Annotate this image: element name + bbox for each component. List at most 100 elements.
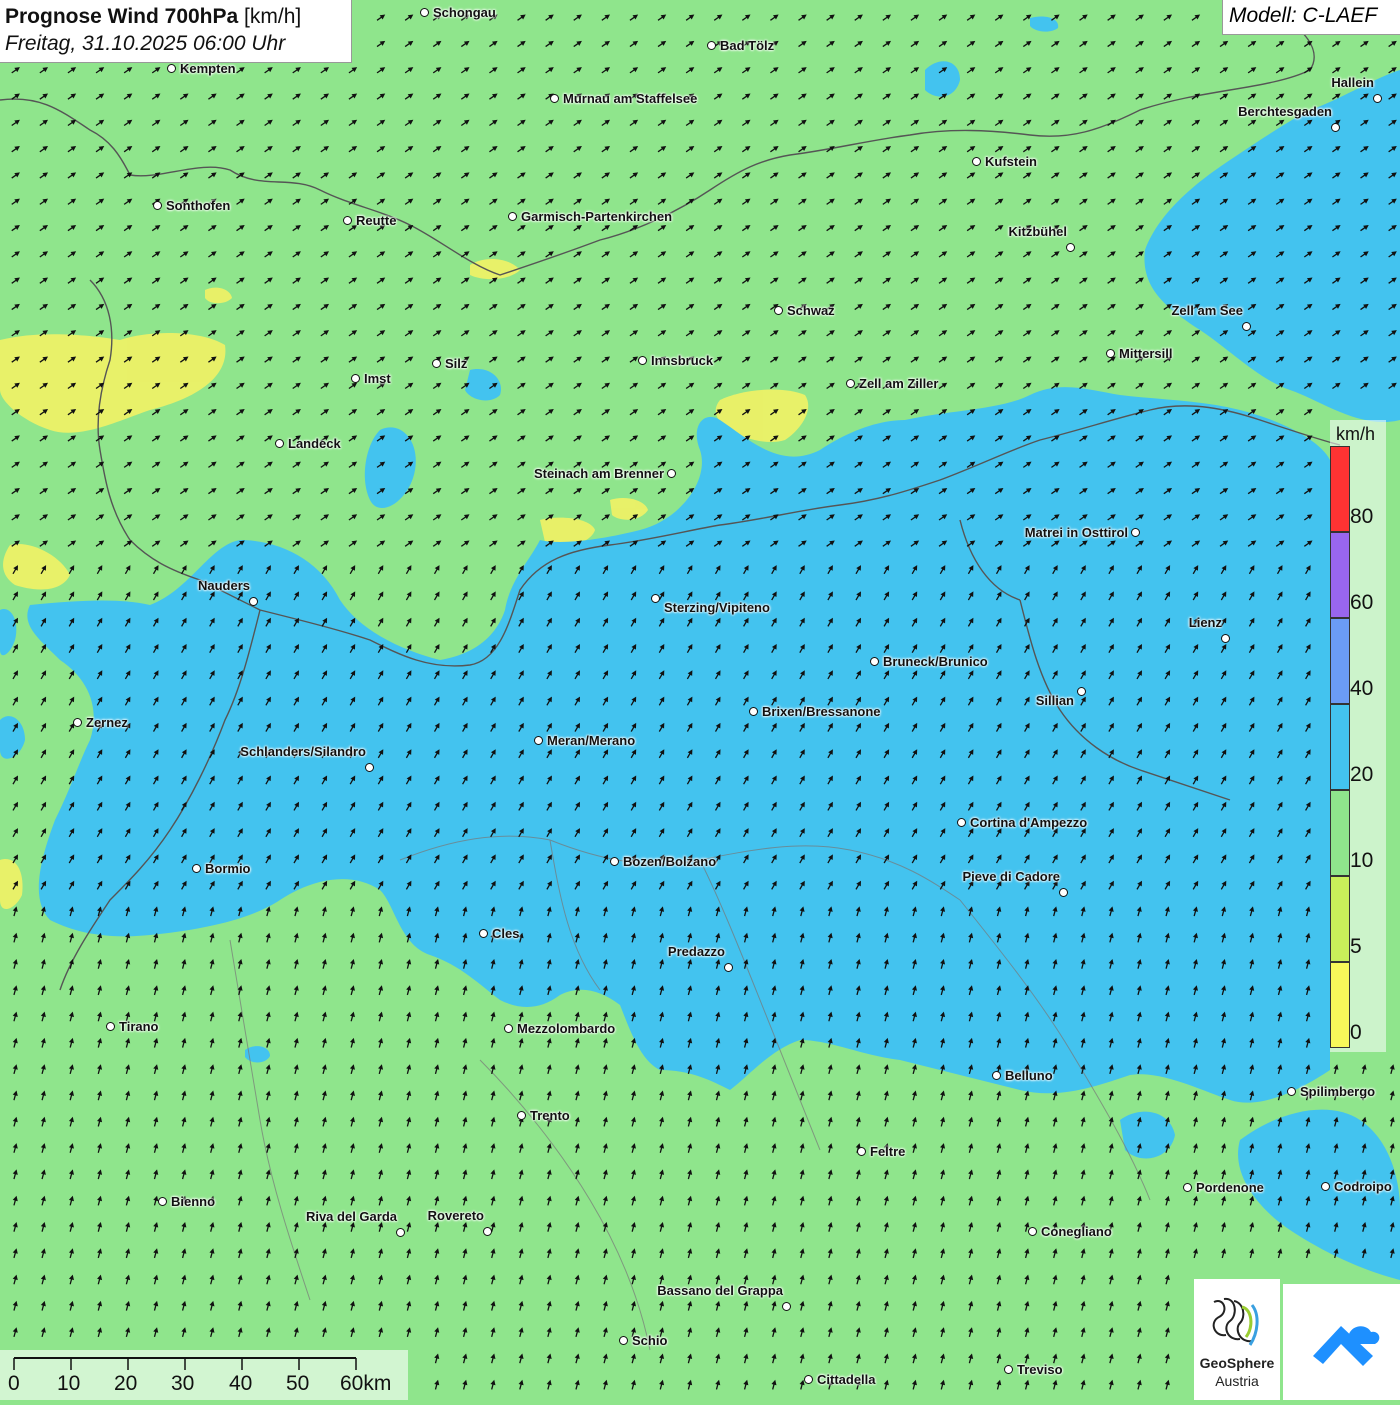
city-label: Zernez (86, 715, 128, 730)
city-label: Pieve di Cadore (962, 869, 1060, 884)
weather-app-icon (1313, 1326, 1380, 1366)
city-label: Nauders (197, 578, 250, 593)
city-marker[interactable] (432, 359, 441, 368)
city-marker[interactable] (782, 1302, 791, 1311)
legend-unit: km/h (1336, 424, 1376, 444)
city-marker[interactable] (1242, 322, 1251, 331)
city-marker[interactable] (158, 1197, 167, 1206)
scale-label-6: 60km (340, 1372, 392, 1395)
city-marker[interactable] (667, 469, 676, 478)
city-label: Zell am Ziller (859, 376, 939, 391)
city-marker[interactable] (707, 41, 716, 50)
city-label: Bozen/Bolzano (623, 854, 717, 869)
city-marker[interactable] (483, 1227, 492, 1236)
city-label: Codroipo (1334, 1179, 1392, 1194)
city-marker[interactable] (351, 374, 360, 383)
city-label: Schio (632, 1333, 668, 1348)
city-marker[interactable] (972, 157, 981, 166)
legend-class-3 (1330, 704, 1350, 790)
map-title-box: Prognose Wind 700hPa [km/h] Freitag, 31.… (0, 0, 352, 63)
city-marker[interactable] (1321, 1182, 1330, 1191)
city-label: Kitzbühel (1008, 224, 1068, 239)
city-label: Predazzo (667, 944, 725, 959)
city-marker[interactable] (804, 1375, 813, 1384)
legend-class-1 (1330, 876, 1350, 962)
city-marker[interactable] (192, 864, 201, 873)
city-label: Bienno (171, 1194, 216, 1209)
city-marker[interactable] (343, 216, 352, 225)
city-marker[interactable] (550, 94, 559, 103)
legend-class-0 (1330, 962, 1350, 1048)
city-marker[interactable] (774, 306, 783, 315)
city-marker[interactable] (1131, 528, 1140, 537)
city-marker[interactable] (638, 356, 647, 365)
city-marker[interactable] (1287, 1087, 1296, 1096)
city-marker[interactable] (365, 763, 374, 772)
city-label: Brixen/Bressanone (762, 704, 881, 719)
city-marker[interactable] (992, 1071, 1001, 1080)
city-marker[interactable] (724, 963, 733, 972)
city-label: Bruneck/Brunico (883, 654, 988, 669)
city-marker[interactable] (1331, 123, 1340, 132)
city-marker[interactable] (1077, 687, 1086, 696)
city-marker[interactable] (106, 1022, 115, 1031)
model-label: Modell: C-LAEF (1222, 0, 1400, 35)
geosphere-logo[interactable]: GeoSphere Austria (1194, 1279, 1280, 1400)
city-marker[interactable] (249, 597, 258, 606)
city-marker[interactable] (1106, 349, 1115, 358)
city-marker[interactable] (508, 212, 517, 221)
city-label: Silz (445, 356, 468, 371)
city-label: Cortina d'Ampezzo (970, 815, 1088, 830)
city-marker[interactable] (1059, 888, 1068, 897)
city-marker[interactable] (1183, 1183, 1192, 1192)
city-marker[interactable] (1221, 634, 1230, 643)
city-marker[interactable] (749, 707, 758, 716)
city-label: Meran/Merano (547, 733, 636, 748)
city-marker[interactable] (1373, 94, 1382, 103)
city-marker[interactable] (517, 1111, 526, 1120)
city-label: Imst (364, 371, 391, 386)
city-label: Zell am See (1171, 303, 1243, 318)
city-marker[interactable] (651, 594, 660, 603)
city-label: Bassano del Grappa (657, 1283, 783, 1298)
city-marker[interactable] (857, 1147, 866, 1156)
city-label: Berchtesgaden (1238, 104, 1332, 119)
city-label: Garmisch-Partenkirchen (521, 209, 673, 224)
city-marker[interactable] (479, 929, 488, 938)
city-marker[interactable] (534, 736, 543, 745)
map-title-unit: [km/h] (244, 5, 302, 28)
city-marker[interactable] (957, 818, 966, 827)
app-logo[interactable] (1283, 1284, 1400, 1400)
city-marker[interactable] (275, 439, 284, 448)
city-marker[interactable] (1028, 1227, 1037, 1236)
legend-label-1: 5 (1350, 935, 1362, 958)
city-marker[interactable] (1004, 1365, 1013, 1374)
map-title: Prognose Wind 700hPa [km/h] (5, 3, 346, 30)
scale-label-2: 20 (114, 1372, 138, 1395)
legend-label-5: 60 (1350, 591, 1374, 614)
scale-label-0: 0 (8, 1372, 20, 1395)
city-marker[interactable] (619, 1336, 628, 1345)
city-marker[interactable] (1066, 243, 1075, 252)
city-marker[interactable] (504, 1024, 513, 1033)
legend-class-5 (1330, 532, 1350, 618)
city-marker[interactable] (167, 64, 176, 73)
city-label: Rovereto (427, 1208, 484, 1223)
legend-label-4: 40 (1350, 677, 1374, 700)
city-marker[interactable] (870, 657, 879, 666)
city-marker[interactable] (610, 857, 619, 866)
city-marker[interactable] (73, 718, 82, 727)
scale-label-4: 40 (229, 1372, 253, 1395)
legend-label-3: 20 (1350, 763, 1374, 786)
city-label: Kempten (180, 61, 236, 76)
city-marker[interactable] (396, 1228, 405, 1237)
city-marker[interactable] (153, 201, 162, 210)
city-label: Mittersill (1119, 346, 1173, 361)
city-marker[interactable] (420, 8, 429, 17)
city-label: Conegliano (1041, 1224, 1112, 1239)
city-label: Schongau (433, 5, 496, 20)
scale-label-1: 10 (57, 1372, 81, 1395)
city-marker[interactable] (846, 379, 855, 388)
city-label: Riva del Garda (305, 1209, 397, 1224)
city-label: Landeck (288, 436, 341, 451)
